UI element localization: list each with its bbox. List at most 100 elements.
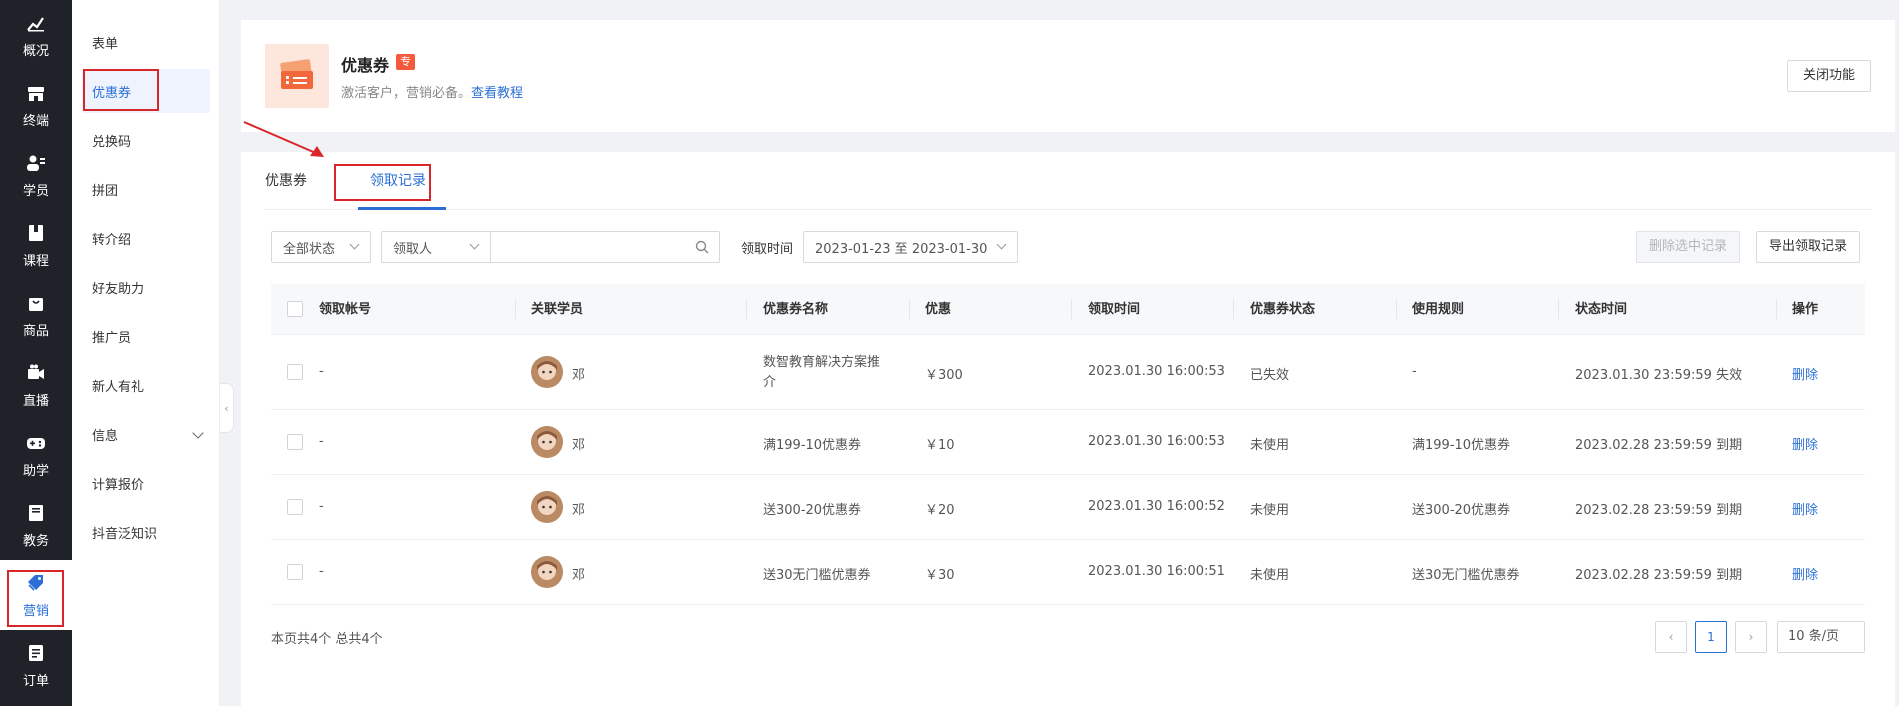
rail-label: 教务: [22, 533, 49, 549]
row-checkbox[interactable]: [287, 434, 303, 450]
student-cell: 邓: [572, 503, 586, 518]
active-tab-indicator: [358, 207, 446, 210]
delete-selected-button[interactable]: 删除选中记录: [1636, 231, 1741, 263]
export-records-button[interactable]: 导出领取记录: [1756, 231, 1861, 263]
rail-label: 概况: [22, 43, 49, 59]
delete-row-button[interactable]: 删除: [1792, 434, 1818, 453]
book-icon: [25, 222, 47, 244]
select-all-checkbox[interactable]: [287, 301, 303, 317]
claim-time-label: 领取时间: [741, 242, 794, 257]
rail-label: 助学: [22, 463, 49, 479]
sub-item-group-buy[interactable]: 拼团: [72, 167, 220, 211]
sub-item-form[interactable]: 表单: [72, 20, 220, 64]
store-icon: [25, 82, 47, 104]
tutorial-link[interactable]: 查看教程: [471, 86, 523, 101]
discount-cell: ￥10: [925, 438, 955, 453]
col-account: 领取帐号: [319, 302, 372, 317]
next-page-button[interactable]: ›: [1735, 621, 1767, 653]
rail-item-academic[interactable]: 教务: [0, 490, 72, 560]
chevron-down-icon: [469, 239, 480, 250]
delete-row-button[interactable]: 删除: [1792, 564, 1818, 583]
account-cell: -: [319, 434, 324, 449]
rail-item-live[interactable]: 直播: [0, 350, 72, 420]
avatar: [531, 491, 563, 523]
search-icon: [695, 240, 709, 254]
rail-label: 直播: [22, 393, 49, 409]
order-icon: [25, 642, 47, 664]
status-cell: 已失效: [1250, 368, 1290, 383]
status-cell: 未使用: [1250, 503, 1290, 518]
annotation-arrow-icon: [243, 121, 324, 157]
chevron-right-icon: ›: [1748, 630, 1754, 644]
rail-item-terminal[interactable]: 终端: [0, 70, 72, 140]
col-actions: 操作: [1792, 302, 1819, 317]
date-range-picker[interactable]: 2023-01-23 至 2023-01-30: [803, 231, 1018, 263]
account-cell: -: [319, 364, 324, 379]
student-cell: 邓: [572, 438, 586, 453]
chart-icon: [25, 12, 47, 34]
status-cell: 未使用: [1250, 568, 1290, 583]
prev-page-button[interactable]: ‹: [1655, 621, 1687, 653]
claim-time-cell: 2023.01.30 16:00:51: [1088, 564, 1225, 579]
collapse-sidebar-button[interactable]: ‹: [220, 383, 234, 433]
col-student: 关联学员: [531, 302, 584, 317]
rail-label: 订单: [22, 673, 49, 689]
page-title: 优惠券: [341, 56, 390, 75]
sub-item-referral[interactable]: 转介绍: [72, 216, 220, 260]
delete-row-button[interactable]: 删除: [1792, 364, 1818, 383]
rail-item-study-help[interactable]: 助学: [0, 420, 72, 490]
page-number-button[interactable]: 1: [1695, 621, 1727, 653]
rail-item-products[interactable]: 商品: [0, 280, 72, 350]
feature-header-card: 优惠券 专 激活客户，营销必备。查看教程 关闭功能: [241, 20, 1895, 132]
rule-cell: -: [1412, 364, 1417, 379]
status-time-cell: 2023.02.28 23:59:59 到期: [1575, 568, 1743, 583]
date-range-value: 2023-01-23 至 2023-01-30: [815, 241, 988, 257]
sub-item-info[interactable]: 信息: [72, 412, 220, 456]
notebook-icon: [25, 502, 47, 524]
page-size-value: 10 条/页: [1788, 629, 1840, 644]
sub-item-quote-calc[interactable]: 计算报价: [72, 461, 220, 505]
person-select-value: 领取人: [393, 241, 433, 257]
search-input[interactable]: [490, 231, 720, 263]
claim-time-cell: 2023.01.30 16:00:53: [1088, 434, 1225, 449]
row-checkbox[interactable]: [287, 564, 303, 580]
table-row: - 邓 数智教育解决方案推 介 ￥300 2023.01.30 16:00:53…: [271, 335, 1865, 410]
col-usage-rule: 使用规则: [1412, 302, 1465, 317]
status-time-cell: 2023.02.28 23:59:59 到期: [1575, 503, 1743, 518]
rail-item-courses[interactable]: 课程: [0, 210, 72, 280]
person-select[interactable]: 领取人: [381, 231, 491, 263]
table-row: - 邓 满199-10优惠券 ￥10 2023.01.30 16:00:53 未…: [271, 410, 1865, 475]
row-checkbox[interactable]: [287, 364, 303, 380]
col-coupon-name: 优惠券名称: [763, 302, 829, 317]
avatar: [531, 356, 563, 388]
row-checkbox[interactable]: [287, 499, 303, 515]
rail-item-overview[interactable]: 概况: [0, 0, 72, 70]
sub-item-newcomer-gift[interactable]: 新人有礼: [72, 363, 220, 407]
sub-item-promoter[interactable]: 推广员: [72, 314, 220, 358]
coupon-name-cell: 送30无门槛优惠券: [763, 568, 871, 583]
tab-bar: 优惠券 领取记录: [265, 152, 1871, 210]
close-feature-button[interactable]: 关闭功能: [1786, 60, 1871, 92]
page-size-select[interactable]: 10 条/页: [1777, 621, 1865, 653]
rule-cell: 送30无门槛优惠券: [1412, 568, 1520, 583]
sub-item-friend-help[interactable]: 好友助力: [72, 265, 220, 309]
rail-item-students[interactable]: 学员: [0, 140, 72, 210]
status-select[interactable]: 全部状态: [271, 231, 371, 263]
discount-cell: ￥30: [925, 568, 955, 583]
highlight-box-claim-records: [334, 164, 431, 201]
chevron-down-icon: [996, 239, 1007, 250]
rail-label: 商品: [22, 323, 49, 339]
rule-cell: 送300-20优惠券: [1412, 503, 1511, 518]
highlight-box-coupon: [83, 69, 159, 111]
table-row: - 邓 送30无门槛优惠券 ￥30 2023.01.30 16:00:51 未使…: [271, 540, 1865, 605]
sub-item-redeem-code[interactable]: 兑换码: [72, 118, 220, 162]
coupon-app-icon: [265, 44, 329, 108]
rule-cell: 满199-10优惠券: [1412, 438, 1511, 453]
sub-item-douyin[interactable]: 抖音泛知识: [72, 510, 220, 554]
delete-row-button[interactable]: 删除: [1792, 499, 1818, 518]
student-cell: 邓: [572, 368, 586, 383]
rail-item-orders[interactable]: 订单: [0, 630, 72, 700]
coupon-name-line: 介: [763, 375, 777, 390]
avatar: [531, 556, 563, 588]
coupon-name-line: 数智教育解决方案推: [763, 355, 881, 370]
